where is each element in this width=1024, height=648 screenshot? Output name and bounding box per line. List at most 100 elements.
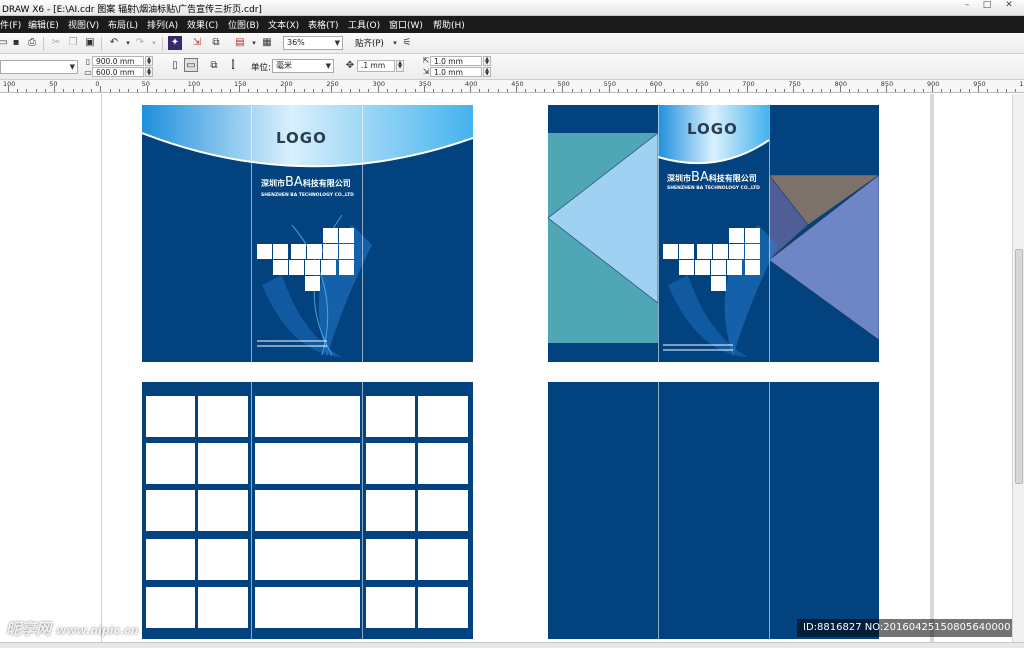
content-card[interactable] [146,490,195,531]
ruler-tick [8,86,9,92]
menu-tools[interactable]: 工具(O) [348,18,380,31]
ruler-tick-label: 450 [511,80,524,88]
height-spinner[interactable]: ▲ ▼ [145,67,153,77]
ruler-tick [728,89,730,92]
search-content-icon[interactable]: ✦ [168,36,182,50]
close-icon[interactable]: ✕ [1002,0,1016,10]
redo-dropdown-icon[interactable]: ▾ [147,36,161,50]
save-icon[interactable]: ▪ [9,36,23,50]
ruler-tick [636,89,638,92]
duplicate-x-field[interactable]: 1.0 mm [430,56,482,66]
duplicate-x-spinner[interactable]: ▲ ▼ [483,56,491,66]
menu-window[interactable]: 窗口(W) [389,18,423,31]
content-card[interactable] [366,587,415,628]
content-card[interactable] [146,539,195,580]
paste-icon[interactable]: ▣ [83,36,97,50]
application-launcher-icon[interactable]: ▦ [260,36,274,50]
current-page-icon[interactable]: ⫿ [226,59,240,73]
content-card[interactable] [366,396,415,437]
duplicate-y-spinner[interactable]: ▲ ▼ [483,67,491,77]
menu-bitmaps[interactable]: 位图(B) [228,18,259,31]
content-card[interactable] [198,396,248,437]
menu-bar: 件(F) 编辑(E) 视图(V) 布局(L) 排列(A) 效果(C) 位图(B)… [0,16,1024,33]
menu-text[interactable]: 文本(X) [268,18,299,31]
content-card[interactable] [255,490,360,531]
content-card[interactable] [366,443,415,484]
ruler-tick [1015,89,1017,92]
fold-line [362,382,363,639]
minimize-icon[interactable]: – [960,0,974,10]
menu-effects[interactable]: 效果(C) [187,18,218,31]
content-card[interactable] [146,443,195,484]
ruler-tick [996,89,998,92]
copy-icon[interactable]: ❐ [66,36,80,50]
content-card[interactable] [146,396,195,437]
ruler-tick [534,89,536,92]
content-card[interactable] [418,539,468,580]
portrait-icon[interactable]: ▯ [168,59,182,73]
brochure-outer-panel[interactable]: LOGO 深圳市BA科技有限公司 SHENZHEN BA TECHNOLOGY … [142,105,473,362]
ruler-tick [701,86,702,92]
page-width-field[interactable]: 900.0 mm [92,56,144,66]
content-card[interactable] [418,587,468,628]
grid-square [711,260,726,275]
content-card[interactable] [255,539,360,580]
publish-pdf-icon[interactable]: ▤ [233,36,247,50]
export-icon[interactable]: ⧉ [209,36,223,50]
content-card[interactable] [255,587,360,628]
page-size-combo[interactable]: ▼ [0,60,78,74]
menu-table[interactable]: 表格(T) [308,18,339,31]
content-card[interactable] [255,443,360,484]
nudge-distance-field[interactable]: .1 mm [357,60,395,72]
ruler-tick [627,89,629,92]
content-card[interactable] [146,587,195,628]
unit-combo[interactable]: 毫米 ▼ [272,59,334,73]
drawing-canvas[interactable]: LOGO 深圳市BA科技有限公司 SHENZHEN BA TECHNOLOGY … [0,94,1012,642]
scrollbar-thumb[interactable] [1015,249,1023,484]
ruler-tick [44,89,46,92]
menu-layout[interactable]: 布局(L) [108,18,138,31]
content-card[interactable] [366,539,415,580]
import-icon[interactable]: ⇲ [190,36,204,50]
grid-square [679,260,694,275]
content-card[interactable] [198,539,248,580]
vertical-scrollbar[interactable] [1012,94,1024,642]
content-card[interactable] [418,490,468,531]
menu-edit[interactable]: 编辑(E) [28,18,59,31]
menu-help[interactable]: 帮助(H) [433,18,465,31]
horizontal-ruler[interactable]: 100 50 0 50 100 150 200 250 300 350 400 450 500 550 60… [0,80,1024,93]
brochure-variant-panel[interactable]: LOGO 深圳市BA科技有限公司 SHENZHEN BA TECHNOLOGY … [548,105,879,362]
maximize-icon[interactable]: □ [980,0,994,10]
grid-square [257,244,272,259]
brochure-inner-panel[interactable] [142,382,473,639]
snap-to-button[interactable]: 贴齐(P) [355,37,384,49]
horizontal-scrollbar[interactable] [0,642,1024,648]
menu-view[interactable]: 视图(V) [68,18,99,31]
ruler-tick [248,89,250,92]
content-card[interactable] [198,443,248,484]
width-spinner[interactable]: ▲ ▼ [145,56,153,66]
all-pages-icon[interactable]: ⧉ [207,59,221,73]
brochure-blank-panel[interactable] [548,382,879,639]
options-icon[interactable]: ⚟ [400,36,414,50]
content-card[interactable] [418,396,468,437]
undo-icon[interactable]: ↶ [107,36,121,50]
print-icon[interactable]: ⎙ [25,36,39,50]
content-card[interactable] [418,443,468,484]
redo-icon[interactable]: ↷ [133,36,147,50]
zoom-level-combo[interactable]: 36% ▼ [283,36,343,50]
landscape-icon[interactable]: ▭ [184,58,198,72]
publish-dropdown-icon[interactable]: ▾ [247,36,261,50]
content-card[interactable] [198,490,248,531]
content-card[interactable] [255,396,360,437]
menu-file[interactable]: 件(F) [0,18,21,31]
grid-square [291,244,306,259]
content-card[interactable] [198,587,248,628]
content-card[interactable] [366,490,415,531]
menu-arrange[interactable]: 排列(A) [147,18,178,31]
coreldraw-window: DRAW X6 - [E:\AI.cdr 图案 辐射\烟油标贴\广告宣传三折页.… [0,0,1024,648]
duplicate-y-field[interactable]: 1.0 mm [430,67,482,77]
page-height-field[interactable]: 600.0 mm [92,67,144,77]
cut-icon[interactable]: ✂ [49,36,63,50]
nudge-spinner[interactable]: ▲ ▼ [396,60,404,72]
